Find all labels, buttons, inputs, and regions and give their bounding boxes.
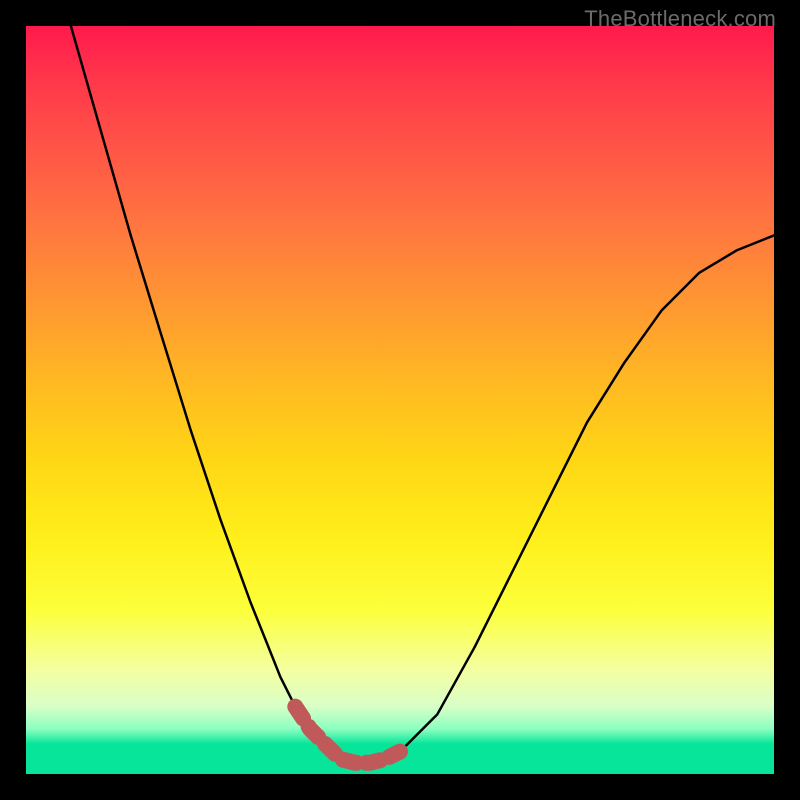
- optimal-range-marker: [295, 707, 400, 763]
- curve-path: [71, 26, 774, 763]
- chart-frame: TheBottleneck.com: [0, 0, 800, 800]
- bottleneck-curve: [26, 26, 774, 774]
- chart-plot-area: [26, 26, 774, 774]
- watermark-text: TheBottleneck.com: [584, 6, 776, 32]
